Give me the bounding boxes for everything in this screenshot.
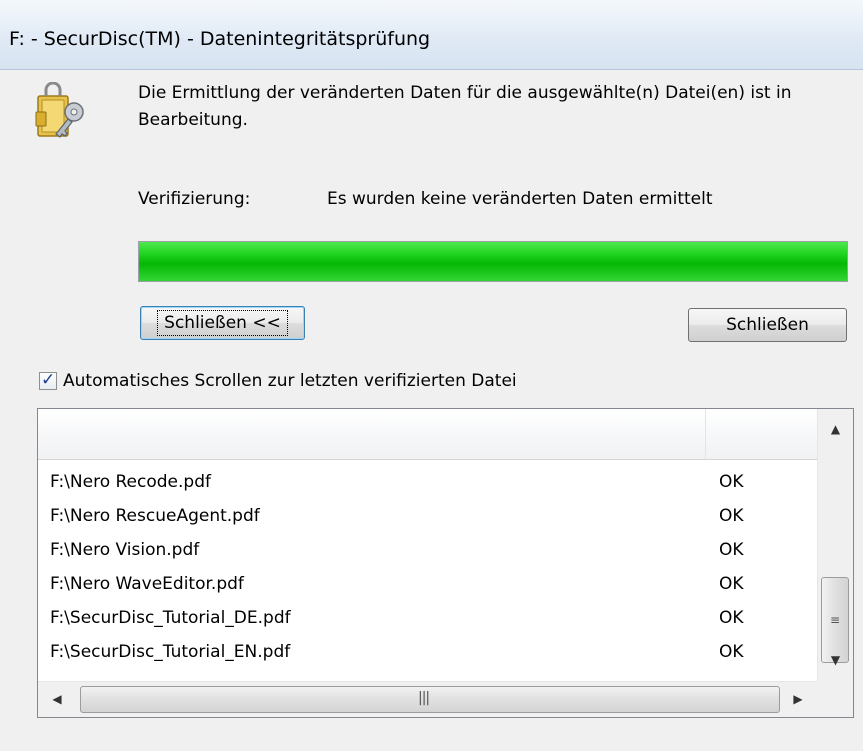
- file-name: F:\Nero Recode.pdf: [50, 472, 211, 492]
- hide-details-button[interactable]: Schließen <<: [140, 306, 305, 340]
- file-name: F:\Nero Vision.pdf: [50, 540, 200, 560]
- horizontal-scroll-thumb[interactable]: |||: [80, 686, 780, 713]
- list-item[interactable]: F:\Nero WaveEditor.pdf OK: [38, 569, 817, 603]
- horizontal-scrollbar[interactable]: ◀ ||| ▶: [38, 681, 817, 717]
- arrow-right-icon[interactable]: ▶: [781, 682, 815, 717]
- title-bar[interactable]: F: - SecurDisc(TM) - Datenintegritätsprü…: [0, 0, 863, 70]
- status-message: Die Ermittlung der veränderten Daten für…: [138, 83, 792, 130]
- file-status: OK: [719, 472, 744, 492]
- file-status: OK: [719, 574, 744, 594]
- file-status: OK: [719, 642, 744, 662]
- dialog-body: Die Ermittlung der veränderten Daten für…: [0, 70, 863, 751]
- key-lock-icon: [35, 82, 84, 138]
- auto-scroll-checkbox[interactable]: ✓: [39, 370, 57, 390]
- file-name: F:\Nero WaveEditor.pdf: [50, 574, 244, 594]
- arrow-down-icon[interactable]: ▼: [818, 643, 853, 677]
- grip-icon: ≡: [830, 613, 841, 627]
- list-item[interactable]: F:\SecurDisc_Tutorial_EN.pdf OK: [38, 637, 817, 671]
- file-status: OK: [719, 540, 744, 560]
- file-name: F:\SecurDisc_Tutorial_EN.pdf: [50, 642, 291, 662]
- window-title: F: - SecurDisc(TM) - Datenintegritätsprü…: [9, 28, 431, 50]
- grip-icon: |||: [418, 690, 430, 706]
- list-item[interactable]: F:\Nero Vision.pdf OK: [38, 535, 817, 569]
- list-item[interactable]: F:\Nero RescueAgent.pdf OK: [38, 501, 817, 535]
- list-item[interactable]: F:\Nero Recode.pdf OK: [38, 467, 817, 501]
- progress-bar-fill: [139, 242, 847, 281]
- auto-scroll-label[interactable]: Automatisches Scrollen zur letzten verif…: [63, 371, 517, 391]
- file-status: OK: [719, 506, 744, 526]
- file-list[interactable]: F:\Nero Recode.pdf OK F:\Nero RescueAgent.…: [37, 408, 854, 718]
- column-separator[interactable]: [705, 409, 706, 459]
- scrollbar-corner: [817, 681, 853, 717]
- hide-details-button-label: Schließen <<: [157, 310, 288, 336]
- auto-scroll-option[interactable]: ✓ Automatisches Scrollen zur letzten ver…: [39, 368, 517, 394]
- file-status: OK: [719, 608, 744, 628]
- file-list-rows: F:\Nero Recode.pdf OK F:\Nero RescueAgent.…: [38, 467, 817, 671]
- file-list-header[interactable]: [38, 409, 817, 460]
- arrow-up-icon[interactable]: ▲: [818, 412, 853, 446]
- verification-label: Verifizierung:: [138, 189, 251, 209]
- vertical-scrollbar[interactable]: ▲ ≡ ▼: [817, 409, 853, 681]
- file-name: F:\Nero RescueAgent.pdf: [50, 506, 260, 526]
- list-item[interactable]: F:\SecurDisc_Tutorial_DE.pdf OK: [38, 603, 817, 637]
- progress-bar: [138, 241, 848, 282]
- file-name: F:\SecurDisc_Tutorial_DE.pdf: [50, 608, 291, 628]
- close-button[interactable]: Schließen: [688, 308, 847, 342]
- checkmark-icon: ✓: [41, 370, 56, 390]
- verification-result: Es wurden keine veränderten Daten ermitt…: [327, 189, 713, 209]
- arrow-left-icon[interactable]: ◀: [40, 682, 74, 717]
